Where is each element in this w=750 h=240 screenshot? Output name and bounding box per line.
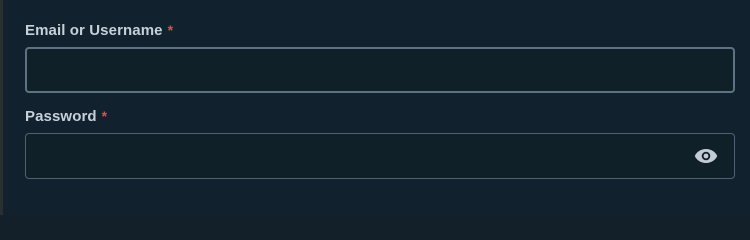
email-field-group: Email or Username *	[25, 22, 735, 93]
password-label: Password *	[25, 108, 735, 130]
email-label-text: Email or Username	[25, 22, 163, 39]
password-label-text: Password	[25, 108, 97, 125]
email-input[interactable]	[27, 49, 733, 91]
password-input-wrapper	[25, 133, 735, 179]
email-label: Email or Username *	[25, 22, 735, 44]
password-field-group: Password *	[25, 108, 735, 179]
eye-icon[interactable]	[694, 148, 718, 164]
login-panel: Email or Username * Password *	[0, 0, 750, 215]
password-input[interactable]	[26, 134, 734, 178]
email-input-wrapper	[25, 47, 735, 93]
email-required-marker: *	[167, 22, 174, 38]
password-required-marker: *	[101, 108, 108, 124]
